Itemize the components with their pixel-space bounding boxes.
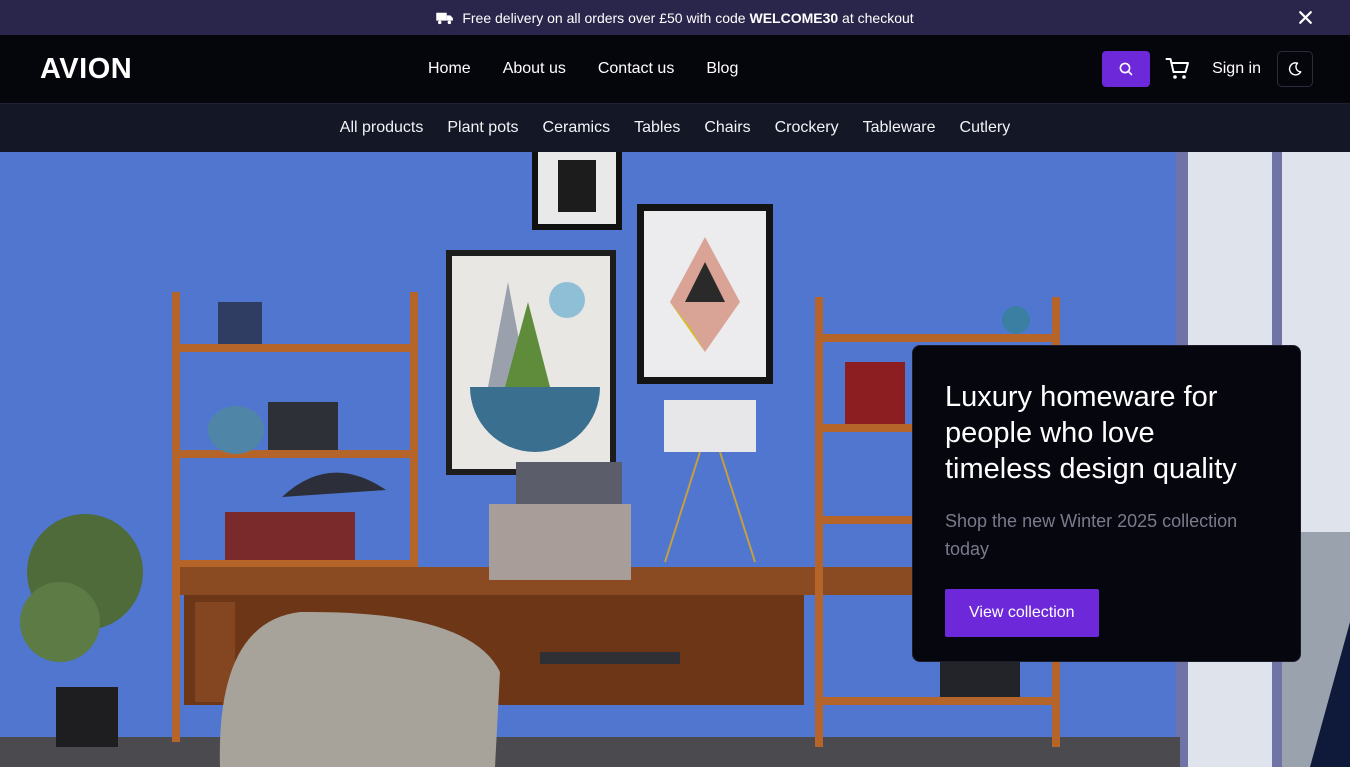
hero-card: Luxury homeware for people who love time…: [912, 345, 1301, 662]
hero-subtitle: Shop the new Winter 2025 collection toda…: [945, 511, 1238, 559]
category-all-products[interactable]: All products: [340, 119, 424, 137]
announcement-text: Free delivery on all orders over £50 wit…: [462, 9, 914, 26]
hero-section: Luxury homeware for people who love time…: [0, 152, 1350, 767]
nav-contact-us[interactable]: Contact us: [598, 60, 674, 78]
truck-icon: [436, 12, 454, 24]
close-icon[interactable]: [1297, 9, 1314, 26]
nav-home[interactable]: Home: [428, 60, 471, 78]
sign-in-link[interactable]: Sign in: [1212, 60, 1261, 78]
category-tableware[interactable]: Tableware: [863, 119, 936, 137]
category-chairs[interactable]: Chairs: [704, 119, 750, 137]
site-header: AVION Home About us Contact us Blog Sign…: [0, 35, 1350, 103]
category-tables[interactable]: Tables: [634, 119, 680, 137]
hero-title: Luxury homeware for people who love time…: [945, 381, 1237, 485]
category-crockery[interactable]: Crockery: [775, 119, 839, 137]
view-collection-button[interactable]: View collection: [945, 589, 1099, 637]
nav-about-us[interactable]: About us: [503, 60, 566, 78]
header-actions: Sign in: [1102, 51, 1313, 87]
category-plant-pots[interactable]: Plant pots: [447, 119, 518, 137]
nav-blog[interactable]: Blog: [706, 60, 738, 78]
category-ceramics[interactable]: Ceramics: [543, 119, 611, 137]
search-button[interactable]: [1102, 51, 1151, 87]
announcement-bar: Free delivery on all orders over £50 wit…: [0, 0, 1350, 35]
theme-toggle-button[interactable]: [1277, 51, 1313, 87]
moon-icon: [1288, 62, 1302, 76]
main-nav: Home About us Contact us Blog: [428, 35, 738, 103]
search-icon: [1119, 62, 1133, 76]
logo[interactable]: AVION: [40, 53, 132, 86]
cart-icon[interactable]: [1165, 56, 1191, 82]
promo-code: WELCOME30: [749, 9, 839, 26]
category-cutlery[interactable]: Cutlery: [960, 119, 1011, 137]
category-nav: All products Plant pots Ceramics Tables …: [0, 103, 1350, 152]
